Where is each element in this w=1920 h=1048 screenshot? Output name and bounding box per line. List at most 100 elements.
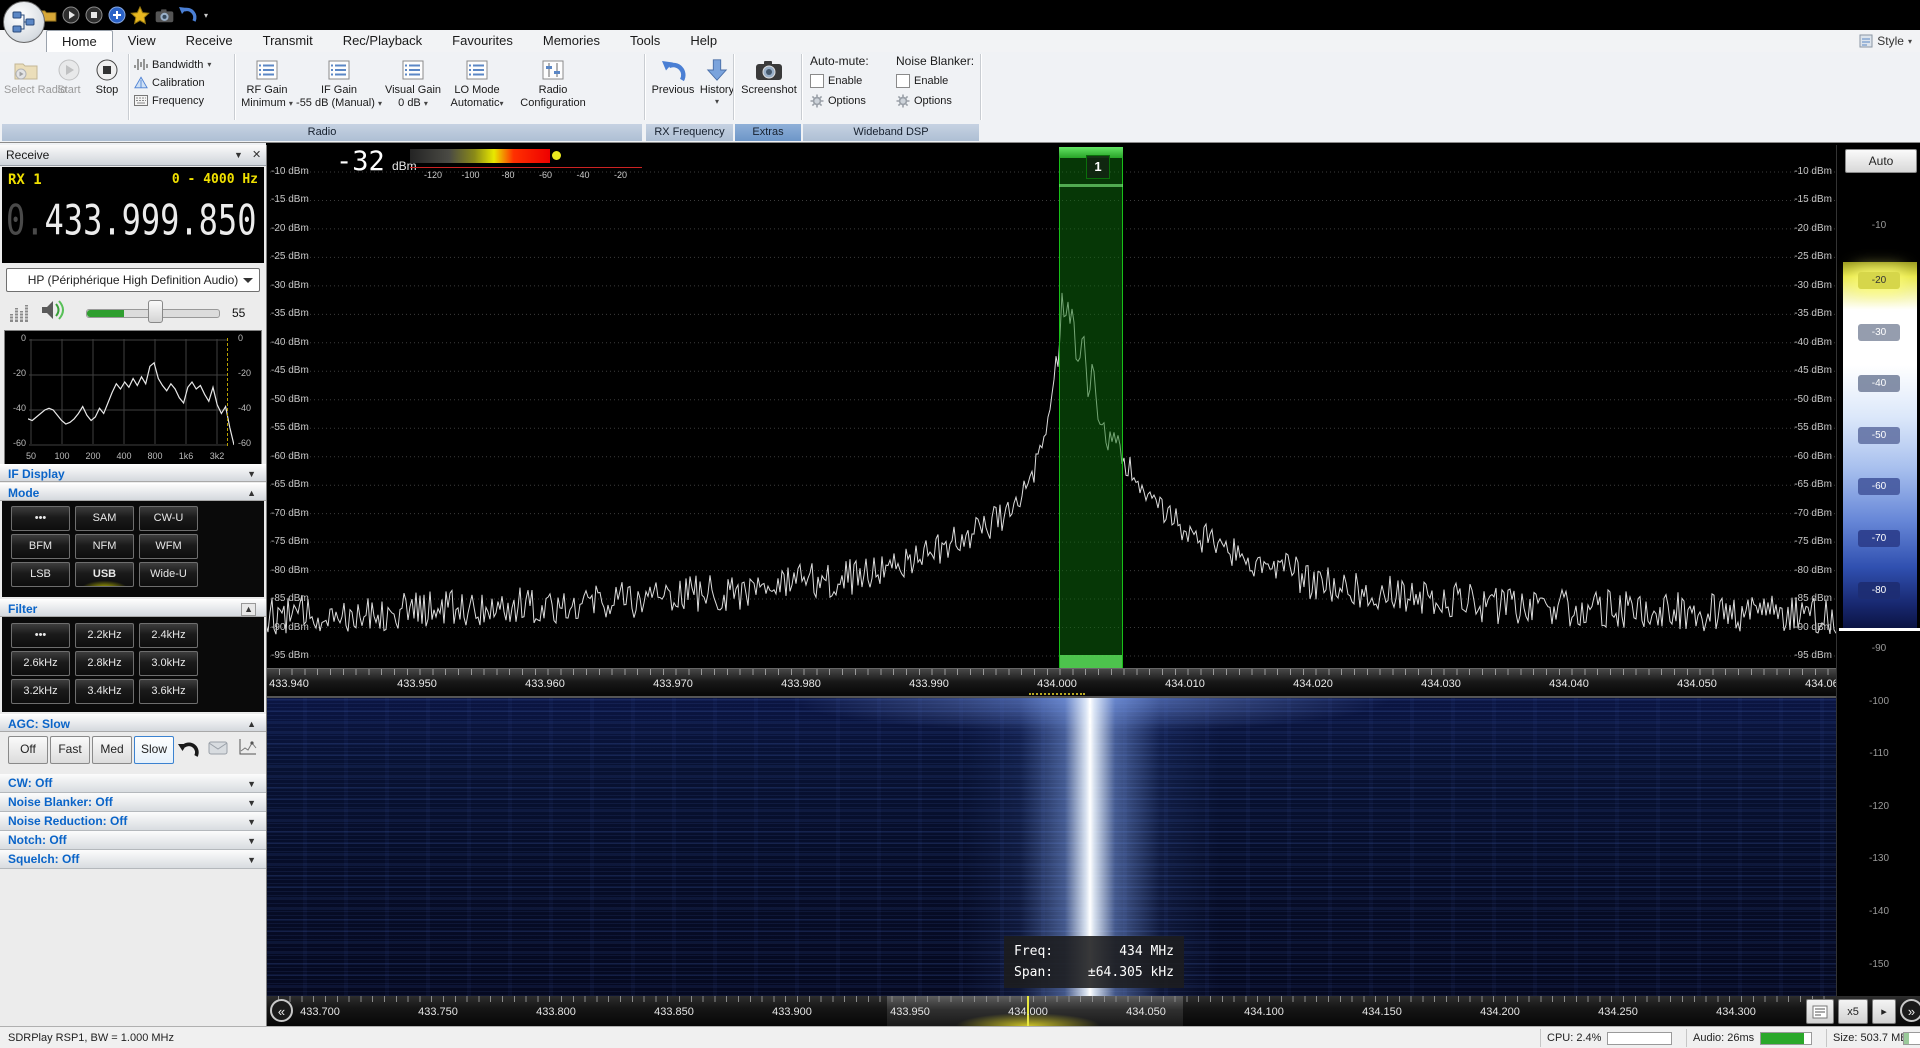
rf-gain-button[interactable]: RF Gain Minimum ▾ bbox=[238, 54, 296, 120]
spectrum-frequency-axis[interactable]: 433.940 433.950 433.960 433.970 433.980 433.9… bbox=[266, 668, 1836, 697]
mode-button-nfm[interactable]: NFM bbox=[75, 534, 134, 559]
range-scale-value[interactable]: -30 bbox=[1858, 324, 1900, 341]
lo-mode-button[interactable]: LO Mode Automatic▾ bbox=[446, 54, 508, 120]
section-noise-reduction-off[interactable]: Noise Reduction: Off ▼ bbox=[0, 812, 266, 831]
if-gain-button[interactable]: IF Gain -55 dB (Manual) ▾ bbox=[296, 54, 382, 120]
tab-memories[interactable]: Memories bbox=[528, 30, 615, 52]
filter-button-[interactable]: ••• bbox=[11, 623, 70, 648]
mode-button-bfm[interactable]: BFM bbox=[11, 534, 70, 559]
range-scale-value[interactable]: -70 bbox=[1858, 530, 1900, 547]
stop-button[interactable]: Stop bbox=[90, 54, 124, 120]
play-icon[interactable] bbox=[60, 4, 82, 26]
tuned-frequency-value[interactable]: 0.433.999.850 bbox=[6, 195, 256, 245]
range-scale-value[interactable]: -40 bbox=[1858, 375, 1900, 392]
filter-button-2-8khz[interactable]: 2.8kHz bbox=[75, 651, 134, 676]
section-if-display[interactable]: IF Display ▼ bbox=[0, 464, 266, 482]
section-noise-blanker-off[interactable]: Noise Blanker: Off ▼ bbox=[0, 793, 266, 812]
rx-passband-marker[interactable] bbox=[1059, 158, 1123, 668]
filter-button-3-0khz[interactable]: 3.0kHz bbox=[139, 651, 198, 676]
filter-button-2-4khz[interactable]: 2.4kHz bbox=[139, 623, 198, 648]
start-button[interactable]: Start bbox=[52, 54, 86, 120]
tab-favourites[interactable]: Favourites bbox=[437, 30, 528, 52]
range-scale-value[interactable]: -60 bbox=[1858, 478, 1900, 495]
filter-button-2-6khz[interactable]: 2.6kHz bbox=[11, 651, 70, 676]
noise-blanker-enable-checkbox[interactable] bbox=[896, 74, 910, 88]
style-button[interactable]: Style ▾ bbox=[1859, 32, 1912, 50]
auto-mute-enable-checkbox[interactable] bbox=[810, 74, 824, 88]
filter-button-3-6khz[interactable]: 3.6kHz bbox=[139, 679, 198, 704]
receive-panel-titlebar[interactable]: Receive ▼ ✕ bbox=[0, 145, 266, 166]
tab-tools[interactable]: Tools bbox=[615, 30, 675, 52]
section-filter[interactable]: Filter ▲ bbox=[0, 599, 266, 617]
visual-gain-button[interactable]: Visual Gain 0 dB ▾ bbox=[382, 54, 444, 120]
rx-marker-number[interactable]: 1 bbox=[1086, 155, 1110, 179]
section-squelch-off[interactable]: Squelch: Off ▼ bbox=[0, 850, 266, 869]
tab-help[interactable]: Help bbox=[675, 30, 732, 52]
app-menu-button[interactable] bbox=[3, 1, 45, 43]
mode-button-wide-u[interactable]: Wide-U bbox=[139, 562, 198, 587]
range-scale-value[interactable]: -20 bbox=[1858, 272, 1900, 289]
agc-undo-icon[interactable] bbox=[176, 738, 200, 760]
section-agc[interactable]: AGC: Slow ▲ bbox=[0, 714, 266, 732]
undo-icon[interactable] bbox=[176, 4, 198, 26]
tab-home[interactable]: Home bbox=[46, 30, 113, 52]
tab-view[interactable]: View bbox=[113, 30, 171, 52]
section-mode[interactable]: Mode ▲ bbox=[0, 483, 266, 501]
screenshot-button[interactable]: Screenshot bbox=[740, 54, 798, 120]
range-scale-value[interactable]: -80 bbox=[1858, 582, 1900, 599]
mode-button-lsb[interactable]: LSB bbox=[11, 562, 70, 587]
panel-collapse-icon[interactable]: ▼ bbox=[234, 145, 243, 166]
frequency-display[interactable]: RX 1 0 - 4000 Hz 0.433.999.850 bbox=[2, 167, 264, 263]
mode-button-[interactable]: ••• bbox=[11, 506, 70, 531]
equalizer-icon[interactable] bbox=[8, 300, 32, 324]
range-slider-handle[interactable] bbox=[1839, 628, 1920, 631]
frequency-navigation-bar[interactable]: 433.700 433.750 433.800 433.850 433.900 433.9… bbox=[266, 996, 1920, 1026]
camera-icon[interactable] bbox=[153, 4, 175, 26]
agc-button-med[interactable]: Med bbox=[92, 736, 132, 764]
calibration-button[interactable]: Calibration bbox=[134, 74, 205, 91]
radio-configuration-button[interactable]: Radio Configuration bbox=[510, 54, 596, 120]
mode-button-usb[interactable]: USB bbox=[75, 562, 134, 587]
step-right-button[interactable]: ▸ bbox=[1872, 999, 1896, 1024]
agc-button-fast[interactable]: Fast bbox=[50, 736, 90, 764]
agc-button-slow[interactable]: Slow bbox=[134, 736, 174, 764]
select-radio-button[interactable]: Select Radio bbox=[4, 54, 66, 120]
mode-button-sam[interactable]: SAM bbox=[75, 506, 134, 531]
filter-button-3-2khz[interactable]: 3.2kHz bbox=[11, 679, 70, 704]
waterfall-gradient-slider[interactable] bbox=[1843, 262, 1917, 630]
history-button[interactable]: History ▾ bbox=[698, 54, 736, 120]
filter-button-2-2khz[interactable]: 2.2kHz bbox=[75, 623, 134, 648]
bandwidth-button[interactable]: Bandwidth ▾ bbox=[134, 56, 211, 73]
agc-monitor-icon[interactable] bbox=[208, 741, 228, 755]
tab-receive[interactable]: Receive bbox=[171, 30, 248, 52]
volume-slider-handle[interactable] bbox=[148, 300, 163, 323]
scroll-left-button[interactable]: « bbox=[270, 999, 293, 1022]
auto-range-button[interactable]: Auto bbox=[1845, 149, 1917, 173]
mode-button-wfm[interactable]: WFM bbox=[139, 534, 198, 559]
favourite-icon[interactable] bbox=[129, 4, 151, 26]
waterfall-display[interactable]: Freq: 434 MHz Span: ±64.305 kHz bbox=[266, 698, 1836, 996]
frequency-button[interactable]: Frequency bbox=[134, 92, 204, 109]
add-icon[interactable] bbox=[106, 4, 128, 26]
quick-access-more-icon[interactable]: ▾ bbox=[200, 4, 212, 26]
range-scale-value[interactable]: -50 bbox=[1858, 427, 1900, 444]
speaker-icon[interactable] bbox=[40, 298, 66, 322]
previous-button[interactable]: Previous bbox=[650, 54, 696, 120]
tab-rec-playback[interactable]: Rec/Playback bbox=[328, 30, 437, 52]
agc-graph-icon[interactable] bbox=[238, 738, 258, 756]
stop-icon[interactable] bbox=[83, 4, 105, 26]
auto-mute-enable[interactable]: Enable bbox=[810, 71, 894, 91]
noise-blanker-enable[interactable]: Enable bbox=[896, 71, 980, 91]
section-notch-off[interactable]: Notch: Off ▼ bbox=[0, 831, 266, 850]
panel-close-icon[interactable]: ✕ bbox=[252, 145, 261, 166]
noise-blanker-options-button[interactable]: Options bbox=[896, 91, 980, 111]
spectrum-plot[interactable] bbox=[266, 145, 1836, 668]
agc-button-off[interactable]: Off bbox=[8, 736, 48, 764]
mode-button-cw-u[interactable]: CW-U bbox=[139, 506, 198, 531]
scroll-right-button[interactable]: » bbox=[1900, 999, 1920, 1022]
zoom-factor-button[interactable]: x5 bbox=[1838, 999, 1868, 1024]
tab-transmit[interactable]: Transmit bbox=[248, 30, 328, 52]
section-cw-off[interactable]: CW: Off ▼ bbox=[0, 774, 266, 793]
filter-button-3-4khz[interactable]: 3.4kHz bbox=[75, 679, 134, 704]
waterfall-options-button[interactable] bbox=[1806, 999, 1834, 1024]
